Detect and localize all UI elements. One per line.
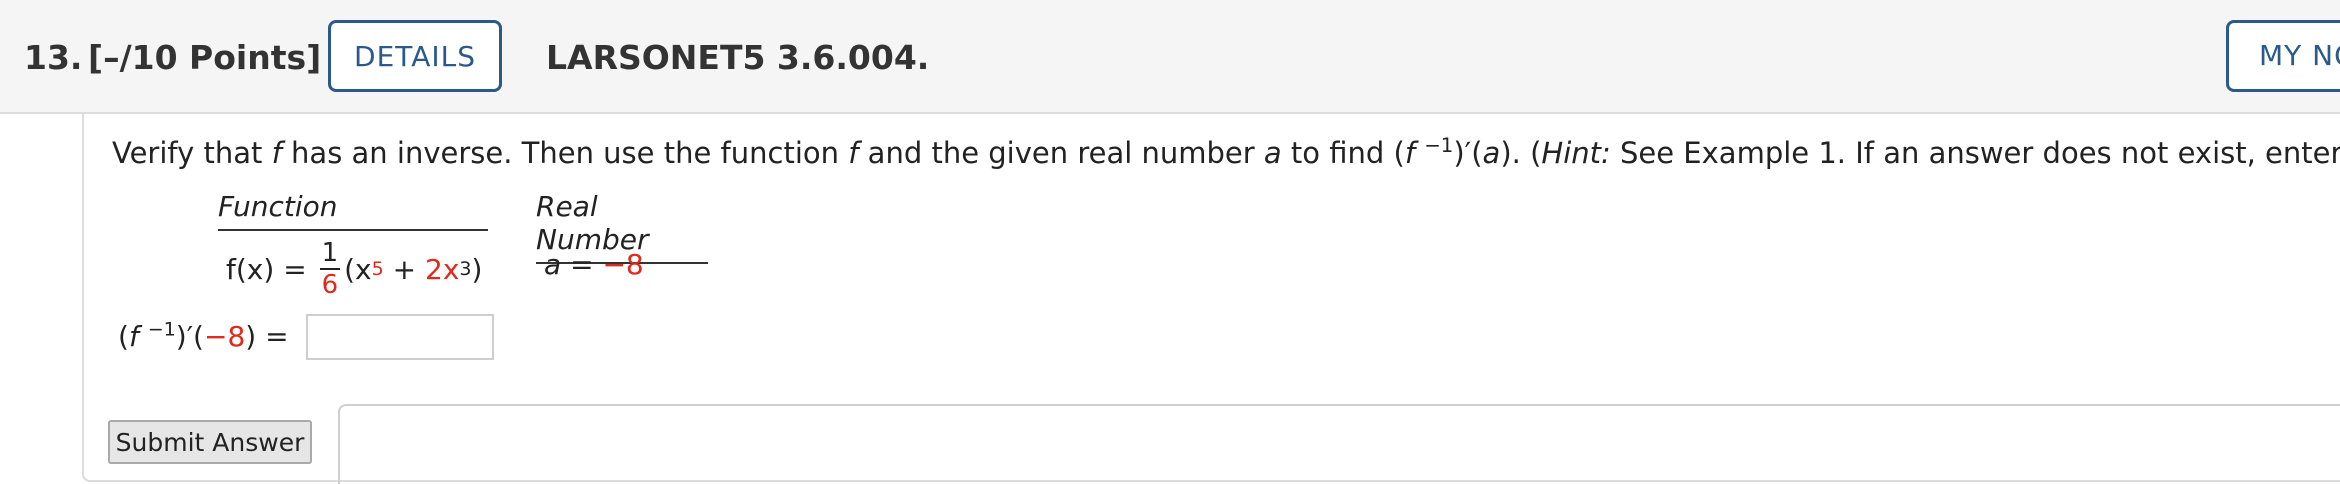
function-column-header: Function xyxy=(218,190,488,231)
question-number: 13. xyxy=(24,38,83,77)
submission-result-panel xyxy=(338,404,2340,484)
question-prompt: Verify that f has an inverse. Then use t… xyxy=(112,134,2340,170)
real-number-expression: a = −8 xyxy=(544,248,644,281)
function-expression: f(x) = 1 6 (x 5 + 2 x 3) xyxy=(226,238,483,300)
hint-label: Hint: xyxy=(1541,136,1611,170)
my-notes-button[interactable]: MY NOTES xyxy=(2226,20,2340,92)
question-header: 13. [–/10 Points] DETAILS LARSONET5 3.6.… xyxy=(0,0,2340,114)
details-button[interactable]: DETAILS xyxy=(328,20,502,92)
question-page: 13. [–/10 Points] DETAILS LARSONET5 3.6.… xyxy=(0,0,2340,484)
submit-answer-button[interactable]: Submit Answer xyxy=(108,420,312,464)
answer-input[interactable] xyxy=(306,314,494,360)
fraction-one-sixth: 1 6 xyxy=(319,238,341,300)
question-source: LARSONET5 3.6.004. xyxy=(546,38,930,77)
answer-label: (f −1)′(−8) = xyxy=(118,318,289,353)
question-points: [–/10 Points] xyxy=(88,38,322,77)
